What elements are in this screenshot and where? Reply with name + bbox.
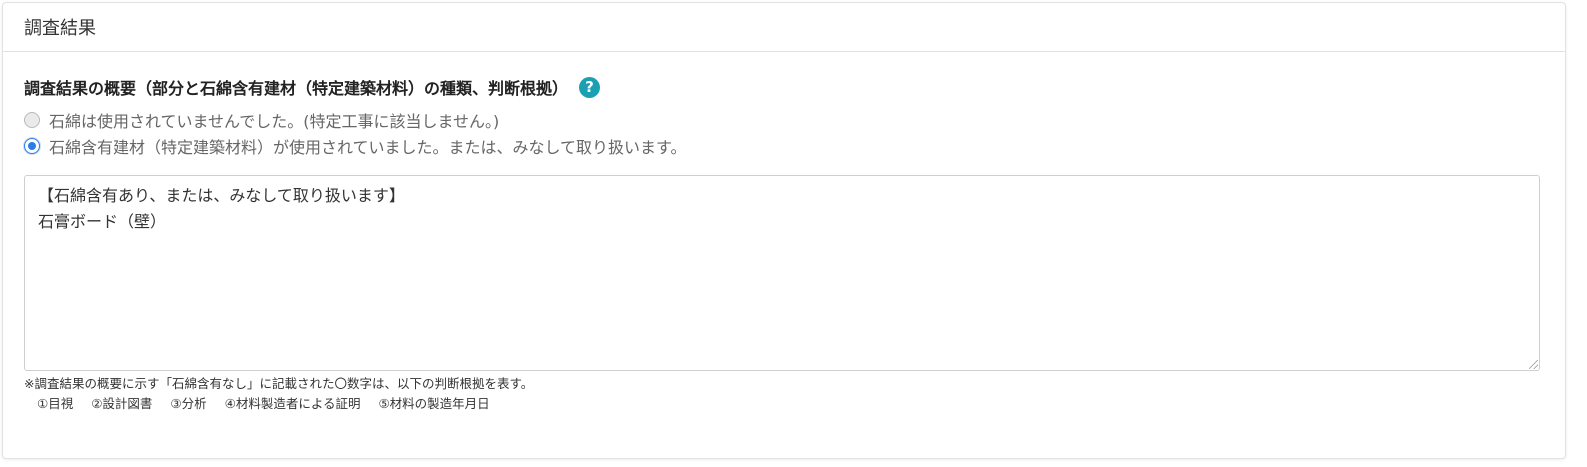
radio-option-asbestos-used[interactable]: 石綿含有建材（特定建築材料）が使用されていました。または、みなして取り扱います。 (24, 133, 1544, 159)
result-radio-group: 石綿は使用されていませんでした。(特定工事に該当しません。) 石綿含有建材（特定… (24, 107, 1544, 159)
section-title-text: 調査結果の概要（部分と石綿含有建材（特定建築材料）の種類、判断根拠） (24, 79, 569, 98)
basis-item: ②設計図書 (91, 396, 153, 411)
radio-button-asbestos-used[interactable] (24, 138, 40, 154)
basis-note: ※調査結果の概要に示す「石綿含有なし」に記載された〇数字は、以下の判断根拠を表す… (24, 376, 534, 391)
textarea-line-2: 石膏ボード（壁） (38, 212, 167, 231)
card-header: 調査結果 (3, 3, 1565, 52)
textarea-line-1: 【石綿含有あり、または、みなして取り扱います】 (38, 186, 405, 205)
basis-item: ④材料製造者による証明 (224, 396, 361, 411)
radio-button-no-asbestos[interactable] (24, 112, 40, 128)
resize-grip-icon[interactable] (1529, 360, 1538, 369)
card-body: 調査結果の概要（部分と石綿含有建材（特定建築材料）の種類、判断根拠） ? 石綿は… (3, 52, 1565, 414)
summary-textarea[interactable]: 【石綿含有あり、または、みなして取り扱います】 石膏ボード（壁） (24, 175, 1540, 371)
radio-label-no-asbestos: 石綿は使用されていませんでした。(特定工事に該当しません。) (49, 112, 500, 131)
basis-list: ①目視 ②設計図書 ③分析 ④材料製造者による証明 ⑤材料の製造年月日 (24, 394, 1544, 414)
basis-item: ⑤材料の製造年月日 (378, 396, 490, 411)
results-card: 調査結果 調査結果の概要（部分と石綿含有建材（特定建築材料）の種類、判断根拠） … (2, 2, 1566, 459)
radio-option-no-asbestos[interactable]: 石綿は使用されていませんでした。(特定工事に該当しません。) (24, 107, 1544, 133)
basis-item: ①目視 (37, 396, 74, 411)
radio-label-asbestos-used: 石綿含有建材（特定建築材料）が使用されていました。または、みなして取り扱います。 (49, 138, 687, 157)
section-title: 調査結果の概要（部分と石綿含有建材（特定建築材料）の種類、判断根拠） ? (24, 72, 1544, 102)
card-title: 調査結果 (24, 18, 96, 39)
question-circle-icon[interactable]: ? (579, 76, 601, 98)
basis-item: ③分析 (170, 396, 207, 411)
